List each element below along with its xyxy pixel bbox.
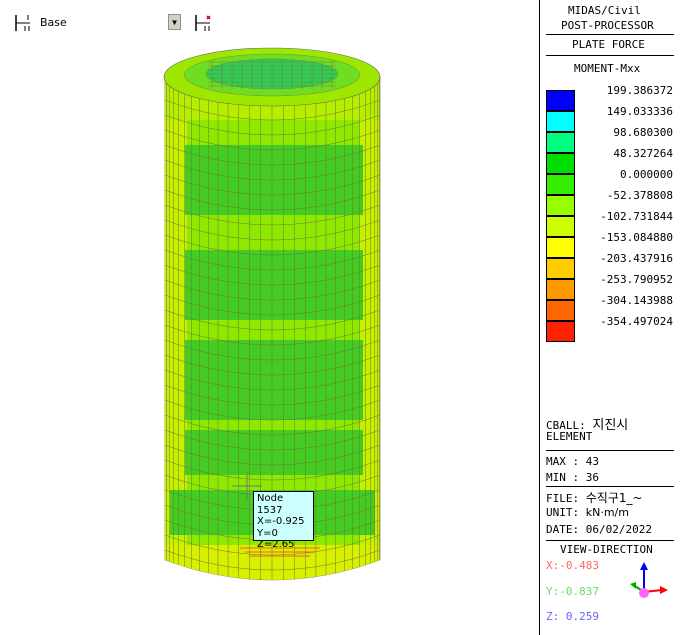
view-y: Y:-0.837 (546, 585, 599, 598)
date-label: DATE: 06/02/2022 (546, 523, 652, 536)
tooltip-node: Node 1537 (257, 493, 284, 516)
legend-swatch (546, 216, 575, 237)
base-label: Base (40, 16, 67, 29)
result-type: MOMENT-Mxx (574, 62, 641, 75)
unit-label: UNIT: kN·m/m (546, 506, 629, 519)
node-tooltip: Node 1537 X=-0.925 Y=0 Z=2.65 (253, 491, 314, 550)
tooltip-y: Y=0 (257, 527, 278, 539)
legend-value: 199.386372 (606, 84, 673, 97)
toolbar: Base ▼ (0, 0, 539, 40)
max-label: MAX : 43 (546, 455, 599, 468)
legend-swatch (546, 300, 575, 321)
legend-swatch (546, 111, 575, 132)
legend-value: -203.437916 (600, 252, 673, 265)
min-label: MIN : 36 (546, 471, 599, 484)
legend-value: 98.680300 (613, 126, 673, 139)
legend-swatch (546, 279, 575, 300)
model-viewport[interactable]: Base ▼ Node 1537 X=-0.925 Y=0 Z=2.65 (0, 0, 539, 635)
legend-value: -102.731844 (600, 210, 673, 223)
legend-value: -354.497024 (600, 315, 673, 328)
legend-panel: MIDAS/Civil POST-PROCESSOR PLATE FORCE M… (539, 0, 681, 635)
legend-value: -52.378808 (606, 189, 673, 202)
legend-value: -304.143988 (600, 294, 673, 307)
chevron-down-icon: ▼ (172, 17, 177, 27)
file-label: FILE: 수직구1_~ (546, 491, 643, 505)
legend-swatch (546, 321, 575, 342)
legend-value: 0.000000 (620, 168, 673, 181)
legend-swatch (546, 237, 575, 258)
tooltip-z: Z=2.65 (257, 539, 295, 550)
title-plate-force: PLATE FORCE (572, 38, 645, 51)
story-settings-icon[interactable] (194, 14, 214, 32)
legend-value: -253.790952 (600, 273, 673, 286)
legend-swatch (546, 90, 575, 111)
unit-value: kN·m/m (585, 506, 629, 519)
title-postprocessor: POST-PROCESSOR (561, 19, 654, 32)
coordinate-system-icon[interactable] (14, 14, 34, 32)
file-name: 수직구1_~ (585, 491, 643, 505)
legend-swatch (546, 258, 575, 279)
legend-value: 48.327264 (613, 147, 673, 160)
legend-value: 149.033336 (606, 105, 673, 118)
cball-name: 지진시 (592, 418, 629, 433)
view-x: X:-0.483 (546, 559, 599, 572)
legend-swatch (546, 132, 575, 153)
element-label: ELEMENT (546, 430, 593, 443)
legend-swatch (546, 174, 575, 195)
view-z: Z: 0.259 (546, 610, 599, 623)
tooltip-x: X=-0.925 (257, 516, 305, 527)
view-axis-triad-icon (630, 562, 668, 598)
legend-swatch (546, 153, 575, 174)
legend-value: -153.084880 (600, 231, 673, 244)
legend-swatch (546, 195, 575, 216)
base-dropdown-button[interactable]: ▼ (168, 14, 181, 30)
title-midas: MIDAS/Civil (568, 4, 641, 17)
view-direction-label: VIEW-DIRECTION (560, 543, 653, 556)
